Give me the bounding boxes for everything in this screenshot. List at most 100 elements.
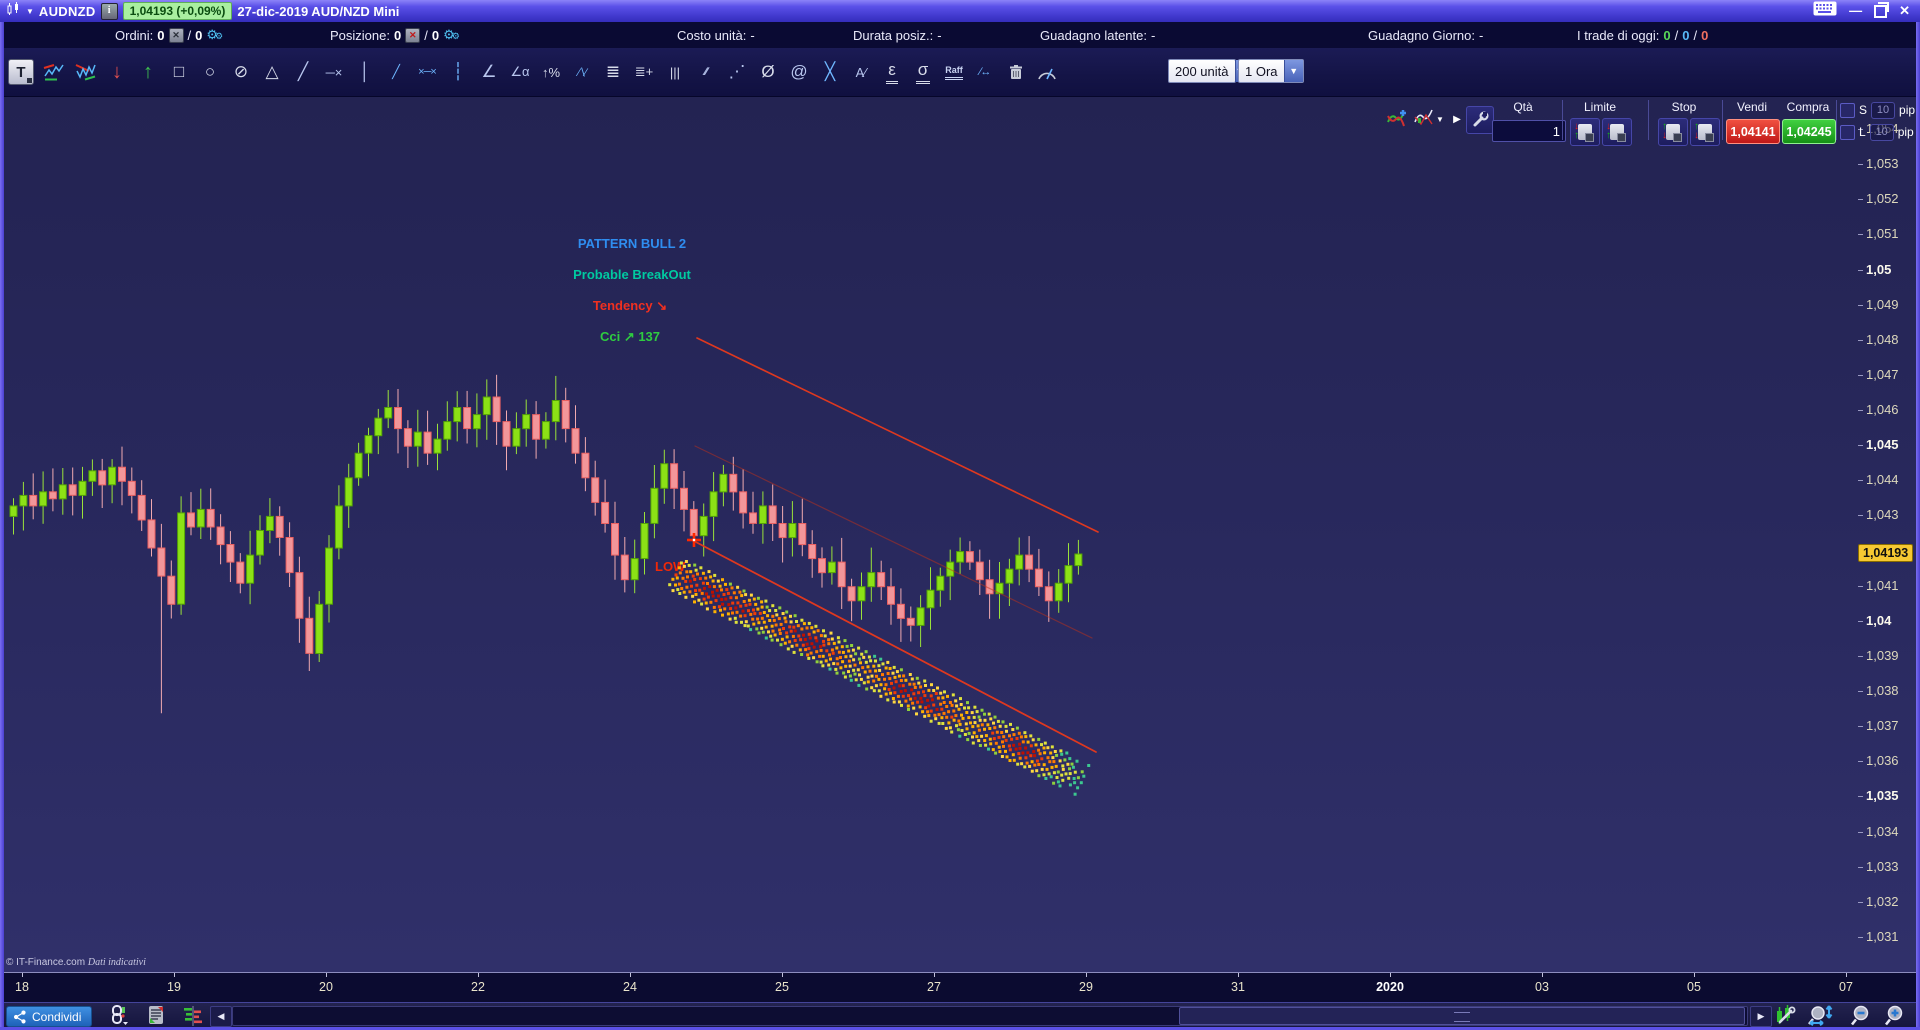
symbol-dropdown-icon[interactable]: ▼ <box>26 7 34 16</box>
spiral-tool[interactable]: @ <box>785 54 813 90</box>
andrews-pitchfork-tool[interactable]: A∕ <box>847 54 875 90</box>
timeframe-dropdown[interactable]: 1 Ora ▼ <box>1238 59 1304 83</box>
scroll-right-button[interactable]: ▶ <box>1750 1006 1772 1027</box>
cancel-orders-icon[interactable]: ✕ <box>169 28 184 43</box>
limit-pips-value[interactable]: 10 <box>1870 124 1894 141</box>
trendline <box>697 338 1098 532</box>
zigzag-tool[interactable]: ∕∖∕ <box>568 54 596 90</box>
expand-panel-arrow-icon[interactable]: ▶ <box>1450 110 1464 128</box>
order-settings-wrench-icon[interactable] <box>1466 106 1494 134</box>
parallel-lines-tool[interactable]: ∕∕∕ <box>692 54 720 90</box>
time-axis-label: 31 <box>1231 980 1245 994</box>
order-book-icon[interactable] <box>180 1005 206 1026</box>
std-error-channel-tool[interactable]: ε <box>878 54 906 90</box>
posizione-label: Posizione: <box>330 28 390 43</box>
limit-pips-checkbox[interactable] <box>1840 125 1855 140</box>
time-axis[interactable]: 1819202224252729312020030507 <box>0 972 1920 1003</box>
text-tool[interactable]: T <box>8 59 34 85</box>
chart-scrollbar-thumb[interactable] <box>1179 1007 1745 1025</box>
share-button[interactable]: Condividi <box>6 1006 92 1027</box>
vertical-divisions-tool[interactable]: ||| <box>661 54 689 90</box>
zoom-fit-icon[interactable] <box>1806 1005 1840 1026</box>
limite-buy-button[interactable]: ↓↑ <box>1602 118 1632 146</box>
zoom-in-icon[interactable] <box>1882 1005 1908 1026</box>
stop-pips-checkbox[interactable] <box>1840 103 1855 118</box>
price-axis-label: 1,053 <box>1866 156 1899 171</box>
angle-tool[interactable]: ∠ <box>475 54 503 90</box>
time-axis-label: 20 <box>319 980 333 994</box>
zoom-out-icon[interactable] <box>1848 1005 1874 1026</box>
stop-pips-value[interactable]: 10 <box>1871 102 1895 119</box>
pattern-bear-tool[interactable] <box>72 54 100 90</box>
fibonacci-projection-tool[interactable]: ≣+ <box>630 54 658 90</box>
vertical-line-tool[interactable]: │ <box>351 54 379 90</box>
stop-pips-label: S <box>1859 103 1867 117</box>
scroll-left-button[interactable]: ◀ <box>210 1006 232 1027</box>
fan-lines-tool[interactable]: ⋰ <box>723 54 751 90</box>
stop-buy-button[interactable]: ↑↓ <box>1690 118 1720 146</box>
price-axis-label: 1,039 <box>1866 648 1899 663</box>
keyboard-icon[interactable] <box>1813 1 1837 21</box>
linked-charts-icon[interactable] <box>106 1005 132 1026</box>
regression-trend-tool[interactable]: ∕↔ <box>971 54 999 90</box>
add-indicator-button[interactable] <box>1384 106 1410 132</box>
price-axis-label: 1,045 <box>1866 437 1899 452</box>
vendi-button[interactable]: 1,04141 <box>1726 119 1780 144</box>
cci-annotation[interactable]: Cci ↗ 137 <box>600 329 660 345</box>
indicative-data-note: Dati indicativi <box>88 957 146 968</box>
last-price-badge: 1,04193 <box>1858 544 1913 562</box>
crossed-ellipse-tool[interactable]: ⊘ <box>227 54 255 90</box>
close-button[interactable]: ✕ <box>1899 3 1910 19</box>
delete-drawings-tool[interactable] <box>1002 54 1030 90</box>
raff-channel-tool[interactable]: Raff <box>940 54 968 90</box>
compra-button[interactable]: 1,04245 <box>1782 119 1836 144</box>
arrow-up-tool[interactable]: ↑ <box>134 54 162 90</box>
minimize-button[interactable]: — <box>1849 3 1862 19</box>
candlestick-logo-icon <box>6 2 21 21</box>
vertical-segment-tool[interactable]: ┆ <box>444 54 472 90</box>
time-axis-tick <box>22 973 23 977</box>
position-settings-icon[interactable]: ⚙⚙ <box>443 27 460 43</box>
crossed-lines-tool[interactable]: ╳ <box>816 54 844 90</box>
time-axis-label: 29 <box>1079 980 1093 994</box>
price-axis[interactable]: 1,0541,0531,0521,0511,051,0491,0481,0471… <box>1856 96 1916 972</box>
angle-alpha-tool[interactable]: ∠α <box>506 54 534 90</box>
units-dropdown[interactable]: 200 unità ▼ <box>1168 59 1236 83</box>
pattern-bull-tool[interactable] <box>41 54 69 90</box>
triangle-tool[interactable]: △ <box>258 54 286 90</box>
ordini-count: 0 <box>157 28 164 43</box>
extended-line-tool[interactable]: ─× <box>320 54 348 90</box>
close-position-icon[interactable]: ✕ <box>405 28 420 43</box>
std-dev-channel-tool[interactable]: σ <box>909 54 937 90</box>
candle-settings-icon[interactable] <box>1772 1005 1798 1026</box>
gauge-tool[interactable] <box>1033 54 1061 90</box>
chart-style-button[interactable]: ▼ <box>1412 106 1446 132</box>
symbol-name[interactable]: AUDNZD <box>39 4 96 19</box>
percent-variation-tool[interactable]: ↑% <box>537 54 565 90</box>
arrow-down-tool[interactable]: ↓ <box>103 54 131 90</box>
trading-window: ▼ AUDNZD i 1,04193 (+0,09%) 27-dic-2019 … <box>0 0 1920 1030</box>
ellipse-tool[interactable]: ○ <box>196 54 224 90</box>
fibonacci-retracement-tool[interactable]: ≣ <box>599 54 627 90</box>
tendency-annotation[interactable]: Tendency ↘ <box>593 298 667 314</box>
limite-sell-button[interactable]: ↓↑ <box>1570 118 1600 146</box>
chart-style-dropdown-arrow-icon[interactable]: ▼ <box>1436 115 1444 124</box>
stop-sell-button[interactable]: ↑↓ <box>1658 118 1688 146</box>
segment-tool[interactable]: ╱ <box>382 54 410 90</box>
fibonacci-circles-tool[interactable]: Ø <box>754 54 782 90</box>
pattern-annotation[interactable]: PATTERN BULL 2 <box>578 236 686 251</box>
orders-settings-icon[interactable]: ⚙⚙ <box>206 27 223 43</box>
breakout-annotation[interactable]: Probable BreakOut <box>573 267 691 282</box>
qty-input[interactable] <box>1492 120 1566 142</box>
rectangle-tool[interactable]: □ <box>165 54 193 90</box>
restore-button[interactable] <box>1874 5 1887 18</box>
time-axis-label: 19 <box>167 980 181 994</box>
drawing-toolbar: T↓↑□○⊘△╱─×│╱×─×┆∠∠α↑%∕∖∕≣≣+|||∕∕∕⋰Ø@╳A∕ε… <box>0 48 1920 97</box>
trendline-tool[interactable]: ╱ <box>289 54 317 90</box>
horizontal-segment-tool[interactable]: ×─× <box>413 54 441 90</box>
timeframe-dropdown-arrow-icon[interactable]: ▼ <box>1284 60 1303 82</box>
info-button[interactable]: i <box>101 3 118 20</box>
report-document-icon[interactable] <box>144 1005 170 1026</box>
candlestick-chart[interactable] <box>0 96 1856 972</box>
chart-scrollbar-track[interactable] <box>232 1006 1748 1026</box>
